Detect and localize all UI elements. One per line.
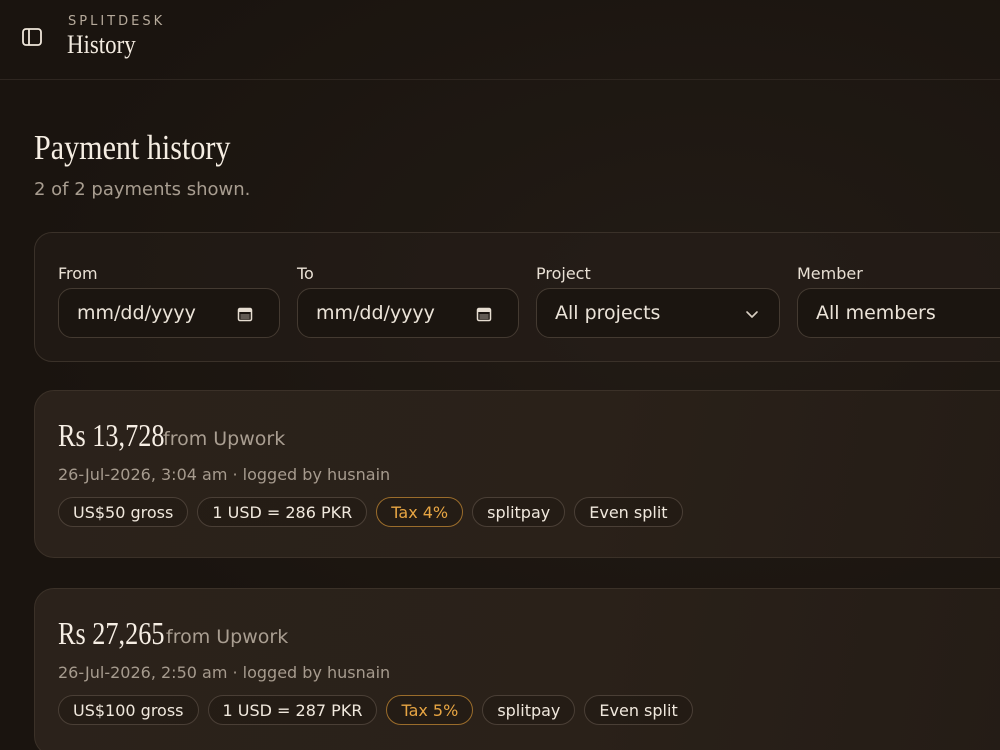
project-select-value: All projects — [555, 302, 661, 324]
gross-chip: US$50 gross — [58, 497, 189, 527]
app-root: SPLITDESK History Payment history 2 of 2… — [0, 0, 1000, 750]
gross-chip: US$100 gross — [58, 695, 199, 725]
to-date-placeholder: mm/dd/yyyy — [316, 302, 435, 324]
payment-amount: Rs 13,728 — [58, 417, 165, 453]
from-date-placeholder: mm/dd/yyyy — [77, 302, 196, 324]
member-select[interactable]: All members — [797, 288, 1000, 338]
payment-meta: 26-Jul-2026, 3:04 am · logged by husnain — [58, 465, 391, 484]
method-chip: splitpay — [482, 695, 576, 725]
payment-amount: Rs 27,265 — [58, 615, 165, 651]
breadcrumb-title: History — [67, 30, 136, 59]
payment-card: Rs 27,265 from Upwork 26-Jul-2026, 2:50 … — [34, 588, 1000, 750]
payment-chips: US$50 gross 1 USD = 286 PKR Tax 4% split… — [58, 497, 683, 527]
project-label: Project — [536, 264, 591, 283]
page-title: Payment history — [34, 128, 231, 167]
member-select-value: All members — [816, 302, 936, 324]
from-date-input[interactable]: mm/dd/yyyy — [58, 288, 280, 338]
to-label: To — [297, 264, 314, 283]
chevron-down-icon — [746, 311, 758, 318]
split-chip: Even split — [574, 497, 683, 527]
calendar-icon[interactable] — [237, 306, 253, 322]
page-subtitle: 2 of 2 payments shown. — [34, 179, 251, 200]
payment-source: from Upwork — [166, 626, 289, 648]
calendar-icon[interactable] — [476, 306, 492, 322]
top-bar: SPLITDESK History — [0, 0, 1000, 80]
brand-name: SPLITDESK — [68, 14, 166, 29]
project-select[interactable]: All projects — [536, 288, 780, 338]
payment-chips: US$100 gross 1 USD = 287 PKR Tax 5% spli… — [58, 695, 693, 725]
sidebar-toggle-icon[interactable] — [21, 26, 43, 48]
tax-chip: Tax 5% — [386, 695, 474, 725]
payment-card: Rs 13,728 from Upwork 26-Jul-2026, 3:04 … — [34, 390, 1000, 558]
rate-chip: 1 USD = 286 PKR — [197, 497, 368, 527]
from-label: From — [58, 264, 98, 283]
member-label: Member — [797, 264, 863, 283]
method-chip: splitpay — [472, 497, 566, 527]
to-date-input[interactable]: mm/dd/yyyy — [297, 288, 519, 338]
payment-meta: 26-Jul-2026, 2:50 am · logged by husnain — [58, 663, 391, 682]
payment-source: from Upwork — [163, 428, 286, 450]
rate-chip: 1 USD = 287 PKR — [207, 695, 378, 725]
split-chip: Even split — [584, 695, 693, 725]
tax-chip: Tax 4% — [376, 497, 464, 527]
